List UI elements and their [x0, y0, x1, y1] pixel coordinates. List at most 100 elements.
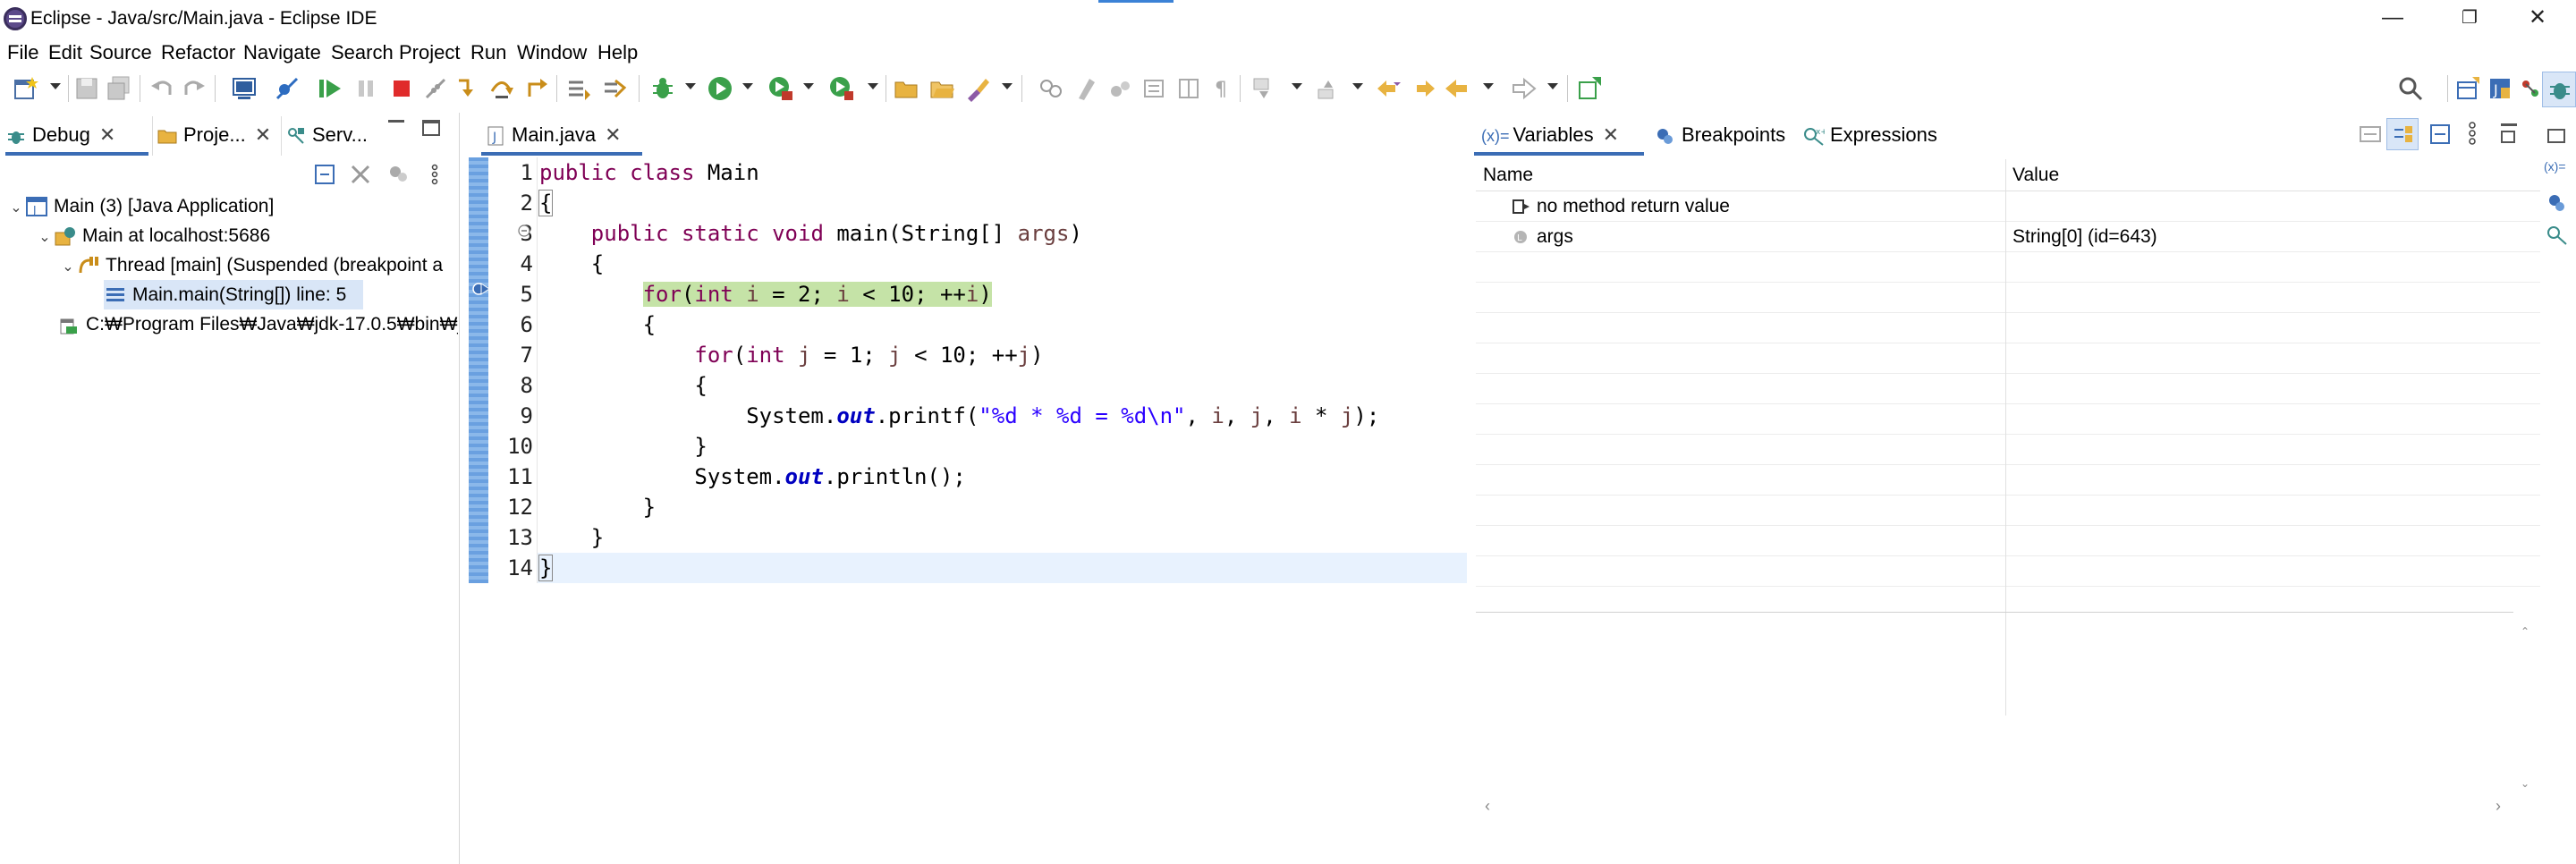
terminate-icon[interactable]	[388, 75, 415, 102]
debug-dropdown-icon[interactable]	[685, 83, 696, 89]
menu-window[interactable]: Window	[517, 41, 587, 64]
menu-refactor[interactable]: Refactor	[161, 41, 235, 64]
search-flashlight-icon[interactable]	[964, 75, 991, 102]
back-dropdown-icon[interactable]	[1483, 83, 1494, 89]
scroll-down-icon[interactable]: ⌄	[2521, 777, 2529, 790]
mark-occurrences-icon[interactable]	[1073, 75, 1100, 102]
code-text-area[interactable]: public class Main { public static void m…	[537, 157, 1467, 583]
previous-annotation-dropdown-icon[interactable]	[1352, 83, 1363, 89]
block-selection-icon[interactable]	[1107, 75, 1134, 102]
menu-edit[interactable]: Edit	[48, 41, 82, 64]
undo-icon[interactable]	[148, 75, 175, 102]
tab-variables[interactable]: (x)= Variables ✕	[1474, 116, 1644, 156]
trim-breakpoints-icon[interactable]	[2546, 191, 2569, 215]
tree-item-process[interactable]: C:₩Program Files₩Java₩jdk-17.0.5₩bin₩ja	[57, 309, 458, 339]
tab-breakpoints[interactable]: Breakpoints	[1648, 116, 1818, 156]
forward-dropdown-icon[interactable]	[1547, 83, 1558, 89]
search-dropdown-icon[interactable]	[1002, 83, 1013, 89]
coverage-dropdown-icon[interactable]	[803, 83, 814, 89]
scroll-right-icon[interactable]: ›	[2496, 797, 2501, 816]
menu-run[interactable]: Run	[470, 41, 506, 64]
fold-collapse-icon[interactable]	[517, 224, 531, 238]
new-file-icon[interactable]	[13, 75, 39, 102]
debug-perspective-button[interactable]	[2542, 72, 2576, 107]
use-step-filters-icon[interactable]	[601, 75, 628, 102]
tab-variables-close-icon[interactable]: ✕	[1603, 116, 1619, 154]
tab-main-java-close-icon[interactable]: ✕	[605, 116, 621, 154]
next-annotation-icon[interactable]	[1250, 75, 1277, 102]
tab-expressions[interactable]: x+y Expressions	[1796, 116, 1966, 156]
new-dropdown-icon[interactable]	[50, 83, 61, 89]
resume-icon[interactable]	[317, 75, 343, 102]
word-wrap-icon[interactable]	[1141, 75, 1168, 102]
tab-servers[interactable]: Serv...	[281, 116, 379, 156]
tree-item-thread[interactable]: ⌄ Thread [main] (Suspended (breakpoint a	[59, 250, 458, 280]
trim-expressions-icon[interactable]	[2546, 224, 2569, 247]
menu-file[interactable]: File	[7, 41, 38, 64]
show-whitespace-icon[interactable]: ¶	[1208, 75, 1234, 102]
run-icon[interactable]	[707, 75, 733, 102]
tree-item-launch[interactable]: ⌄ J Main (3) [Java Application]	[7, 191, 454, 221]
java-perspective-icon[interactable]: J	[2487, 75, 2513, 102]
table-row[interactable]: Largs String[0] (id=643)	[1476, 222, 2540, 252]
disconnect-icon[interactable]	[422, 75, 449, 102]
variables-view-menu-icon[interactable]	[2465, 120, 2479, 147]
scroll-left-icon[interactable]: ‹	[1485, 797, 1490, 816]
back-icon[interactable]	[1444, 75, 1470, 102]
drop-to-frame-icon[interactable]	[565, 75, 592, 102]
show-logical-structure-button[interactable]	[2386, 118, 2419, 150]
run-dropdown-icon[interactable]	[742, 83, 753, 89]
detail-vertical-scrollbar[interactable]: ⌃ ⌄	[2519, 625, 2533, 792]
expand-twisty-icon[interactable]: ⌄	[59, 252, 77, 280]
restore-variables-icon[interactable]	[2501, 131, 2515, 143]
save-all-icon[interactable]	[106, 75, 132, 102]
skip-breakpoints-icon[interactable]	[274, 75, 301, 102]
suspend-icon[interactable]	[352, 75, 379, 102]
tab-project-explorer-close-icon[interactable]: ✕	[255, 116, 271, 154]
remove-all-terminated-icon[interactable]	[349, 163, 372, 186]
step-into-icon[interactable]	[454, 75, 481, 102]
save-icon[interactable]	[73, 75, 100, 102]
show-type-names-icon[interactable]	[2358, 122, 2383, 147]
tab-main-java[interactable]: J Main.java ✕	[481, 116, 642, 156]
column-header-name[interactable]: Name	[1483, 159, 1533, 191]
step-over-icon[interactable]	[488, 75, 515, 102]
restore-button[interactable]: ❐	[2431, 0, 2508, 39]
coverage-icon[interactable]	[767, 75, 794, 102]
open-type-icon[interactable]	[928, 75, 955, 102]
menu-navigate[interactable]: Navigate	[243, 41, 321, 64]
scroll-up-icon[interactable]: ⌃	[2521, 625, 2529, 638]
forward-icon[interactable]	[1510, 75, 1537, 102]
toggle-breadcrumb-icon[interactable]	[1038, 75, 1064, 102]
variable-detail-pane[interactable]: ⌃ ⌄ ‹ ›	[1476, 612, 2529, 815]
next-annotation-dropdown-icon[interactable]	[1292, 83, 1302, 89]
tree-item-vm[interactable]: ⌄ Main at localhost:5686	[36, 221, 456, 250]
pin-editor-icon[interactable]	[1576, 75, 1603, 102]
close-button[interactable]: ✕	[2499, 0, 2576, 39]
minimize-view-icon[interactable]	[388, 120, 404, 123]
collapse-all-variables-icon[interactable]	[2428, 122, 2453, 147]
tab-debug[interactable]: Debug ✕	[5, 116, 148, 156]
show-whitespace-grid-icon[interactable]	[1175, 75, 1202, 102]
menu-help[interactable]: Help	[597, 41, 638, 64]
last-edit-location-icon[interactable]	[1376, 75, 1402, 102]
menu-project[interactable]: Project	[399, 41, 460, 64]
expand-twisty-icon[interactable]: ⌄	[36, 223, 54, 250]
redo-icon[interactable]	[181, 75, 208, 102]
tab-project-explorer[interactable]: Proje... ✕	[152, 116, 277, 156]
view-menu-icon[interactable]	[428, 163, 442, 186]
console-icon[interactable]	[231, 75, 258, 102]
step-return-icon[interactable]	[522, 75, 549, 102]
debug-icon[interactable]	[649, 75, 676, 102]
detail-horizontal-scrollbar[interactable]: ‹ ›	[1476, 797, 2513, 817]
minimize-variables-icon[interactable]	[2501, 123, 2517, 126]
maximize-view-icon[interactable]	[422, 120, 440, 136]
expand-twisty-icon[interactable]: ⌄	[7, 193, 25, 221]
run-external-tool-icon[interactable]	[828, 75, 855, 102]
tree-item-stack-frame[interactable]: Main.main(String[]) line: 5	[104, 280, 363, 309]
debug-view-options-icon[interactable]	[386, 163, 410, 186]
git-perspective-icon[interactable]	[2517, 75, 2544, 102]
tab-debug-close-icon[interactable]: ✕	[99, 116, 115, 154]
external-tool-dropdown-icon[interactable]	[868, 83, 878, 89]
minimize-button[interactable]: —	[2354, 0, 2431, 39]
